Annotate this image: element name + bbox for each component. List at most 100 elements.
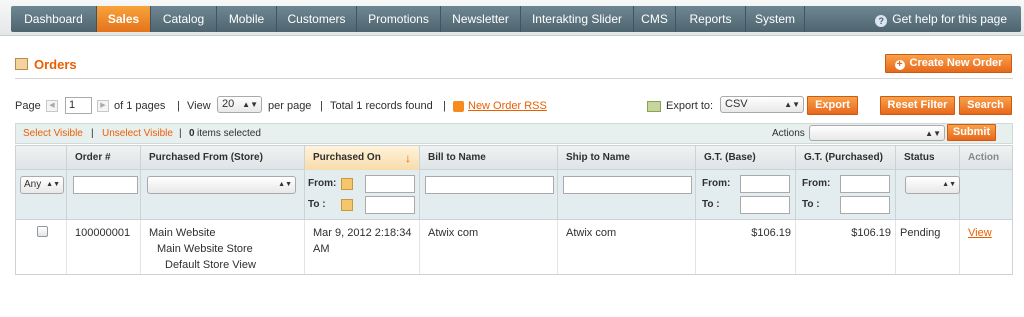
col-purchased-from[interactable]: Purchased From (Store) [141, 146, 305, 170]
gt-base-from-input[interactable] [740, 175, 790, 193]
status-filter-select[interactable]: ▲▼ [905, 176, 960, 194]
nav-cms[interactable]: CMS [634, 6, 676, 32]
select-arrow-icon: ▲▼ [242, 100, 258, 109]
order-number-filter-input[interactable] [73, 176, 138, 194]
nav-customers[interactable]: Customers [277, 6, 357, 32]
prev-page-arrow-icon[interactable]: ◀ [46, 100, 58, 112]
pager-separator-3: | [443, 100, 446, 112]
nav-system[interactable]: System [746, 6, 805, 32]
store-website: Main Website [149, 227, 216, 239]
store-filter-select[interactable]: ▲▼ [147, 176, 296, 194]
cell-action: View [960, 220, 1014, 274]
purchased-on-from-input[interactable] [365, 175, 415, 193]
col-purchased-on[interactable]: Purchased On ↓ [305, 146, 420, 170]
col-order-number[interactable]: Order # [67, 146, 141, 170]
calendar-icon[interactable] [341, 178, 353, 190]
purchased-on-to-input[interactable] [365, 196, 415, 214]
reset-filter-button[interactable]: Reset Filter [880, 96, 955, 115]
select-visible-link[interactable]: Select Visible [23, 124, 83, 143]
pager: Page ◀ 1 ▶ of 1 pages | View 20 ▲▼ per pa… [15, 96, 1013, 116]
view-order-link[interactable]: View [968, 227, 992, 239]
table-row[interactable]: 100000001 Main Website Main Website Stor… [16, 220, 1012, 274]
cell-purchased-from: Main Website Main Website Store Default … [141, 220, 305, 274]
gt-purchased-from-input[interactable] [840, 175, 890, 193]
total-records: Total 1 records found [330, 100, 433, 112]
gt-purchased-to-input[interactable] [840, 196, 890, 214]
col-action: Action [968, 152, 1000, 163]
filter-purchased-on: From: To : [305, 170, 420, 220]
select-arrow-icon: ▲▼ [46, 181, 60, 188]
cell-gt-base: $106.19 [696, 220, 796, 274]
col-gt-purchased[interactable]: G.T. (Purchased) [796, 146, 896, 170]
title-divider [15, 78, 1013, 79]
export-label: Export to: [666, 100, 714, 112]
create-new-order-button[interactable]: + Create New Order [885, 54, 1012, 73]
cell-gt-purchased: $106.19 [796, 220, 896, 274]
items-selected-count: 0 [189, 128, 195, 139]
from-label: From: [802, 178, 831, 189]
export-icon [647, 101, 661, 112]
filter-gt-base: From: To : [696, 170, 796, 220]
nav-interakting-slider[interactable]: Interakting Slider [521, 6, 634, 32]
select-arrow-icon: ▲▼ [942, 181, 956, 188]
per-page-label: per page [268, 100, 312, 112]
massaction-filter-select[interactable]: Any ▲▼ [20, 176, 64, 194]
per-page-select[interactable]: 20 ▲▼ [217, 96, 262, 113]
bill-to-filter-input[interactable] [425, 176, 554, 194]
grid-filter-row: Any ▲▼ ▲▼ From: To : From: To : From: To… [16, 170, 1012, 220]
create-new-order-label: Create New Order [909, 57, 1003, 69]
nav-bar: Dashboard Sales Catalog Mobile Customers… [11, 6, 1021, 32]
to-label: To : [802, 199, 820, 210]
nav-mobile[interactable]: Mobile [217, 6, 277, 32]
submit-button[interactable]: Submit [947, 124, 996, 141]
cell-status: Pending [896, 220, 960, 274]
search-button[interactable]: Search [959, 96, 1012, 115]
mass-separator: | [91, 128, 94, 139]
export-format-select[interactable]: CSV ▲▼ [720, 96, 804, 113]
actions-select[interactable]: ▲▼ [809, 125, 945, 141]
nav-promotions[interactable]: Promotions [357, 6, 441, 32]
col-status[interactable]: Status [896, 146, 960, 170]
unselect-visible-link[interactable]: Unselect Visible [102, 124, 173, 143]
select-arrow-icon: ▲▼ [278, 181, 292, 188]
store-view: Default Store View [165, 259, 256, 271]
row-checkbox-cell [16, 220, 67, 274]
calendar-icon[interactable] [341, 199, 353, 211]
sort-desc-icon: ↓ [405, 151, 411, 165]
gt-base-to-input[interactable] [740, 196, 790, 214]
export-button[interactable]: Export [807, 96, 858, 115]
filter-status: ▲▼ [896, 170, 960, 220]
top-navigation: Dashboard Sales Catalog Mobile Customers… [0, 0, 1024, 36]
to-label: To : [308, 199, 326, 210]
nav-catalog[interactable]: Catalog [151, 6, 217, 32]
col-gt-base[interactable]: G.T. (Base) [696, 146, 796, 170]
page-title-text: Orders [34, 57, 77, 72]
next-page-arrow-icon[interactable]: ▶ [97, 100, 109, 112]
per-page-value: 20 [222, 98, 235, 110]
to-label: To : [702, 199, 720, 210]
filter-bill-to-name [420, 170, 558, 220]
col-ship-to-name[interactable]: Ship to Name [558, 146, 696, 170]
pager-separator: | [177, 100, 180, 112]
orders-grid: Order # Purchased From (Store) Purchased… [15, 145, 1013, 275]
ship-to-filter-input[interactable] [563, 176, 692, 194]
plus-icon: + [894, 60, 905, 70]
any-value: Any [24, 179, 42, 190]
nav-newsletter[interactable]: Newsletter [441, 6, 521, 32]
col-bill-to-name[interactable]: Bill to Name [420, 146, 558, 170]
help-link[interactable]: ? Get help for this page [875, 6, 1007, 32]
col-massaction [16, 146, 67, 170]
row-checkbox[interactable] [37, 226, 48, 237]
grid-header-row: Order # Purchased From (Store) Purchased… [16, 146, 1012, 170]
store-group: Main Website Store [157, 243, 253, 255]
page-number-input[interactable]: 1 [65, 97, 92, 114]
help-label: Get help for this page [892, 12, 1007, 26]
nav-dashboard[interactable]: Dashboard [11, 6, 97, 32]
of-pages-text: of 1 pages [114, 100, 166, 112]
cell-bill-to-name: Atwix com [420, 220, 558, 274]
page-title: Orders [15, 57, 77, 72]
cell-ship-to-name: Atwix com [558, 220, 696, 274]
new-order-rss-link[interactable]: New Order RSS [468, 96, 547, 116]
nav-reports[interactable]: Reports [676, 6, 746, 32]
nav-sales[interactable]: Sales [97, 6, 151, 32]
